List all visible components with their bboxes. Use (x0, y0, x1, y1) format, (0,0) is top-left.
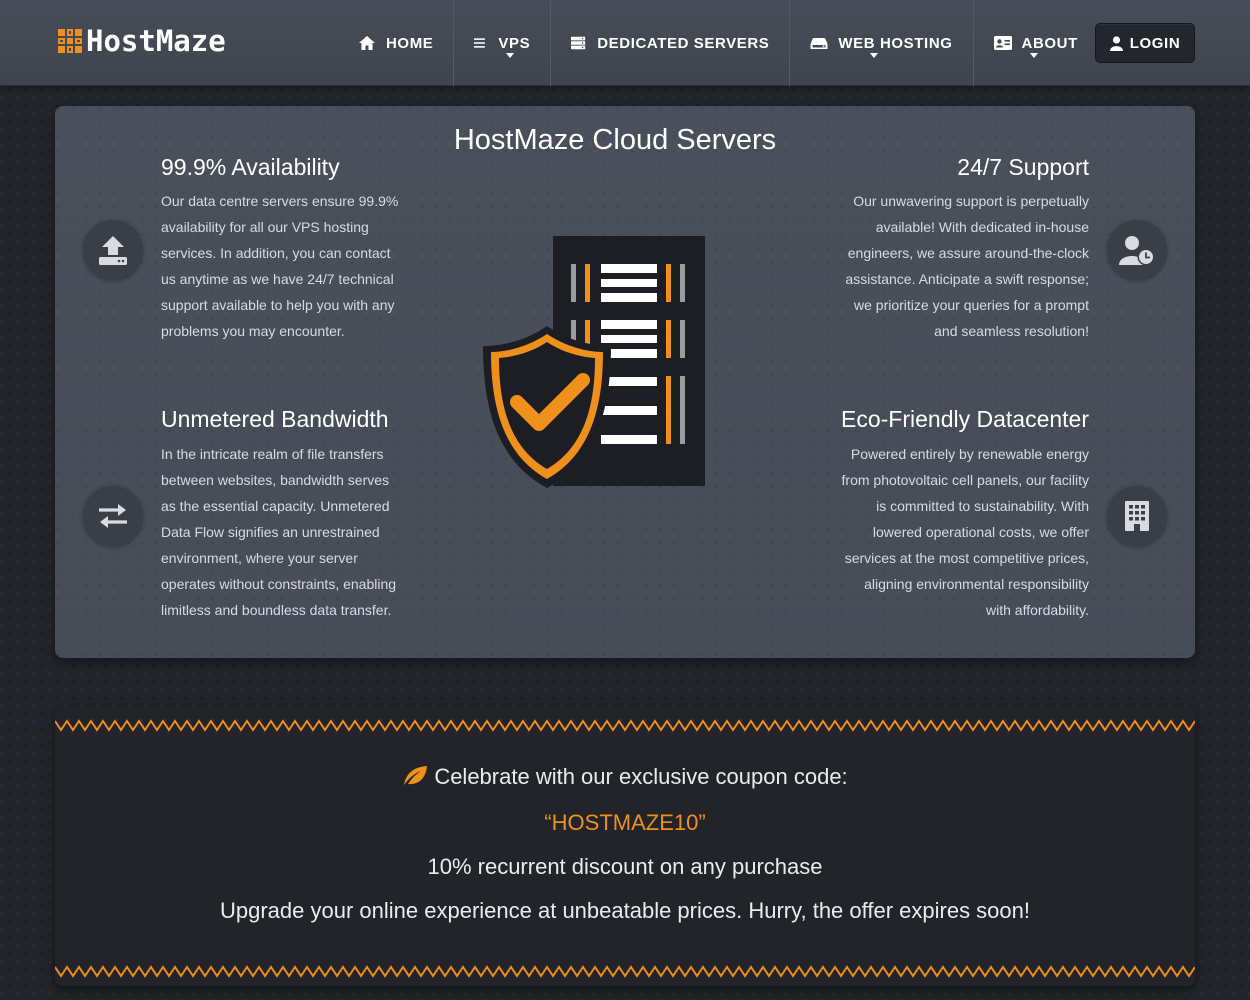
feature-icon-eco (1107, 486, 1167, 546)
nav-item-vps[interactable]: VPS (454, 0, 552, 86)
chevron-down-icon (1029, 53, 1038, 58)
nav-item-label: VPS (498, 34, 531, 52)
feature-text: Our data centre servers ensure 99.9% ava… (161, 193, 399, 339)
nav-links: HOME VPS DEDICATED SERVERS WEB HOSTING A… (338, 0, 1098, 86)
chevron-down-icon (506, 53, 515, 58)
user-icon (1109, 35, 1123, 51)
feature-icon-support (1107, 220, 1167, 280)
nav-item-label: ABOUT (1021, 34, 1078, 52)
hdd-icon (810, 38, 828, 49)
features-title: HostMaze Cloud Servers (453, 124, 777, 156)
coupon-code[interactable]: “HOSTMAZE10” (55, 810, 1195, 836)
logo-mark-icon (58, 29, 82, 53)
nav-item-dedicated-servers[interactable]: DEDICATED SERVERS (551, 0, 791, 86)
server-icon (571, 36, 586, 50)
coupon-offer: Upgrade your online experience at unbeat… (220, 898, 1030, 923)
feature-text: In the intricate realm of file transfers… (161, 446, 397, 618)
coupon-headline: Celebrate with our exclusive coupon code… (434, 764, 848, 789)
feature-title: 24/7 Support (957, 154, 1089, 180)
chevron-down-icon (870, 53, 879, 58)
user-clock-icon (1119, 236, 1155, 266)
nav-item-web-hosting[interactable]: WEB HOSTING (790, 0, 974, 86)
id-card-icon (993, 36, 1012, 50)
leaf-icon (404, 766, 428, 785)
login-label: LOGIN (1129, 34, 1181, 52)
nav-item-label: DEDICATED SERVERS (597, 34, 770, 52)
nav-item-home[interactable]: HOME (338, 0, 455, 86)
zigzag-border (55, 965, 1195, 978)
home-icon (359, 36, 375, 50)
feature-text: Our unwavering support is perpetually av… (845, 193, 1089, 339)
feature-icon-bandwidth (83, 486, 143, 546)
zigzag-border (55, 719, 1195, 732)
coupon-discount: 10% recurrent discount on any purchase (427, 854, 823, 879)
building-icon (1125, 501, 1149, 531)
nav-item-label: HOME (386, 34, 434, 52)
nav-item-label: WEB HOSTING (838, 34, 953, 52)
feature-icon-availability (83, 220, 143, 280)
features-panel: HostMaze Cloud Servers 99.9% Availabilit… (55, 106, 1195, 658)
feature-title: Unmetered Bandwidth (161, 406, 389, 432)
coupon-headline-row: Celebrate with our exclusive coupon code… (55, 764, 1195, 790)
login-button[interactable]: LOGIN (1095, 23, 1195, 63)
exchange-icon (99, 504, 127, 528)
brand-logo[interactable]: HostMaze (58, 26, 226, 56)
nav-item-about[interactable]: ABOUT (974, 0, 1098, 86)
server-shield-illustration (483, 236, 705, 488)
feature-title: Eco-Friendly Datacenter (841, 406, 1089, 432)
brand-name: HostMaze (86, 24, 226, 58)
coupon-banner: Celebrate with our exclusive coupon code… (55, 708, 1195, 986)
upload-icon (99, 236, 127, 265)
list-icon (474, 38, 486, 48)
navbar: HostMaze HOME VPS DEDICATED SERVERS WEB … (0, 0, 1250, 86)
feature-title: 99.9% Availability (161, 154, 340, 180)
feature-text: Powered entirely by renewable energy fro… (841, 446, 1089, 618)
